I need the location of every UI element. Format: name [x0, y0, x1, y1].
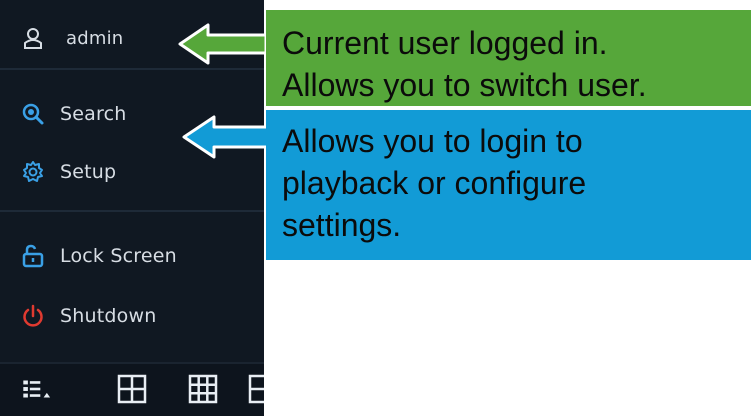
search-icon	[20, 101, 46, 127]
grid-4-icon[interactable]	[115, 372, 149, 406]
grid-partial-icon[interactable]	[248, 372, 264, 406]
callout-line: Current user logged in.	[282, 25, 608, 61]
menu-divider	[0, 210, 264, 212]
callout-login: Allows you to login to playback or confi…	[266, 110, 751, 260]
arrow-left-icon	[178, 23, 268, 65]
menu-item-shutdown[interactable]: Shutdown	[0, 294, 264, 338]
menu-item-lock-screen[interactable]: Lock Screen	[0, 234, 264, 278]
layout-menu-icon[interactable]	[22, 372, 56, 406]
callout-line: playback or configure	[282, 165, 587, 201]
callout-line: Allows you to switch user.	[282, 67, 647, 103]
user-name: admin	[66, 27, 124, 49]
grid-9-icon[interactable]	[186, 372, 220, 406]
menu-item-label: Lock Screen	[60, 245, 177, 267]
gear-icon	[20, 159, 46, 185]
menu-item-label: Shutdown	[60, 305, 157, 327]
callout-line: Allows you to login to	[282, 123, 583, 159]
bottom-toolbar	[0, 362, 264, 416]
callout-line: settings.	[282, 207, 402, 243]
menu-item-label: Setup	[60, 161, 117, 183]
power-icon	[20, 303, 46, 329]
callout-current-user: Current user logged in. Allows you to sw…	[266, 10, 751, 106]
lock-open-icon	[20, 243, 46, 269]
arrow-left-icon	[182, 115, 270, 159]
menu-divider	[0, 68, 264, 70]
menu-item-label: Search	[60, 103, 127, 125]
user-icon	[20, 25, 46, 51]
